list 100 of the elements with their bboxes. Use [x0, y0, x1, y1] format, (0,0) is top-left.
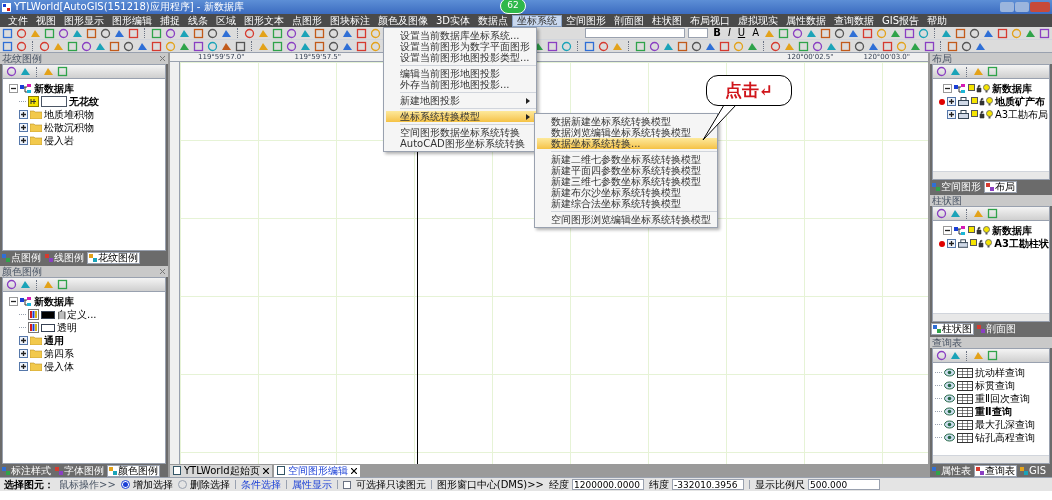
tool-icon[interactable]	[961, 40, 972, 52]
tool-icon[interactable]	[792, 27, 803, 39]
tool-icon[interactable]	[244, 27, 255, 39]
panel-tab[interactable]: 线图例	[44, 251, 85, 264]
tree-item[interactable]: 通用	[44, 335, 64, 346]
menu-item[interactable]: 新建三维七参数坐标系统转换模型	[537, 176, 717, 187]
tool-icon[interactable]	[67, 40, 78, 52]
tool-icon[interactable]	[770, 40, 781, 52]
tool-icon[interactable]	[649, 40, 660, 52]
menu-bar-item[interactable]: 文件	[4, 14, 32, 27]
menu-item[interactable]: 新建二维七参数坐标系统转换模型	[537, 154, 717, 165]
tool-icon[interactable]	[635, 40, 646, 52]
expand-icon[interactable]	[947, 110, 956, 119]
panel-tab[interactable]: GIS	[1019, 464, 1048, 477]
expand-icon[interactable]	[19, 123, 28, 132]
panel-tab[interactable]: 布局	[984, 180, 1017, 193]
menu-item[interactable]: 数据坐标系统转换...	[537, 138, 717, 149]
menu-item[interactable]: 设置当前图形为数字平面图形	[386, 41, 536, 52]
format-button[interactable]: I	[725, 28, 733, 38]
panel-tab[interactable]: 字体图例	[54, 464, 105, 477]
input-field[interactable]: -332010.3956	[672, 479, 744, 490]
menu-bar-item[interactable]: 剖面图	[610, 14, 649, 27]
horizontal-scrollbar[interactable]	[933, 171, 1049, 179]
tree-item[interactable]: 侵入体	[44, 361, 74, 372]
tool-icon[interactable]	[128, 27, 139, 39]
radio-button[interactable]	[120, 480, 130, 489]
menu-bar-item[interactable]: 线条	[184, 14, 212, 27]
menu-item[interactable]: 编辑当前图形地图投影	[386, 68, 536, 79]
panel-tab[interactable]: 标注样式	[1, 464, 52, 477]
expand-icon[interactable]	[19, 110, 28, 119]
eye-icon[interactable]	[944, 407, 955, 416]
tool-icon[interactable]	[16, 27, 27, 39]
layer-state-icons[interactable]	[971, 97, 993, 106]
expand-icon[interactable]	[19, 136, 28, 145]
tool-icon[interactable]	[862, 27, 873, 39]
tool-icon[interactable]	[39, 40, 50, 52]
tree-item[interactable]: 侵入岩	[44, 135, 74, 146]
menu-bar-item[interactable]: 图形文本	[240, 14, 288, 27]
menu-bar-item[interactable]: 视图	[32, 14, 60, 27]
horizontal-scrollbar[interactable]	[933, 313, 1049, 321]
radio-button[interactable]	[177, 480, 187, 489]
format-button[interactable]: A	[750, 28, 761, 38]
panel-tab[interactable]: 点图例	[1, 251, 42, 264]
tree-item[interactable]: 地质矿产布	[995, 96, 1045, 107]
menu-bar-item[interactable]: 3D实体	[432, 14, 475, 27]
menu-item[interactable]: 空间图形浏览编辑坐标系统转换模型	[537, 214, 717, 225]
tool-icon[interactable]	[356, 27, 367, 39]
collapse-icon[interactable]	[9, 84, 18, 93]
menu-bar-item[interactable]: 坐标系统	[512, 14, 563, 27]
tool-icon[interactable]	[969, 27, 980, 39]
tool-icon[interactable]	[314, 27, 325, 39]
menu-item[interactable]: 新建地图投影	[386, 95, 536, 106]
tree-item[interactable]: 抗动样查询	[975, 367, 1025, 378]
tool-icon[interactable]	[1039, 27, 1050, 39]
menu-item[interactable]: AutoCAD图形坐标系统转换	[386, 138, 536, 149]
eye-icon[interactable]	[944, 368, 955, 377]
status-link[interactable]: 条件选择	[240, 479, 281, 490]
panel-tab[interactable]: 柱状图	[931, 322, 974, 335]
menu-bar-item[interactable]: 布局视口	[686, 14, 735, 27]
tree-item[interactable]: 新数据库	[992, 225, 1032, 236]
status-link[interactable]: 属性显示	[291, 479, 332, 490]
tool-icon[interactable]	[58, 27, 69, 39]
tool-icon[interactable]	[547, 40, 558, 52]
menu-item[interactable]: 数据浏览编辑坐标系统转换模型	[537, 127, 717, 138]
tool-icon[interactable]	[691, 40, 702, 52]
eye-icon[interactable]	[944, 420, 955, 429]
menu-item[interactable]: 坐标系统转换模型	[386, 111, 536, 122]
menu-bar-item[interactable]: 柱状图	[648, 14, 687, 27]
expand-icon[interactable]	[947, 97, 956, 106]
tool-icon[interactable]	[57, 66, 68, 77]
tree-item[interactable]: 新数据库	[992, 83, 1032, 94]
document-tab[interactable]: YTLWorld起始页	[170, 464, 272, 477]
tool-icon[interactable]	[86, 27, 97, 39]
horizontal-scrollbar[interactable]	[933, 455, 1049, 463]
close-icon[interactable]	[262, 467, 269, 474]
tool-icon[interactable]	[151, 40, 162, 52]
menu-bar-item[interactable]: 数据点	[474, 14, 513, 27]
tool-icon[interactable]	[6, 279, 17, 290]
tool-icon[interactable]	[165, 27, 176, 39]
tool-icon[interactable]	[820, 27, 831, 39]
tool-icon[interactable]	[987, 208, 998, 219]
tool-icon[interactable]	[997, 27, 1008, 39]
tool-icon[interactable]	[314, 40, 325, 52]
tool-icon[interactable]	[16, 40, 27, 52]
tool-icon[interactable]	[950, 66, 961, 77]
menu-bar-item[interactable]: 属性数据	[782, 14, 831, 27]
tool-icon[interactable]	[950, 350, 961, 361]
tree-item[interactable]: 第四系	[44, 348, 74, 359]
menu-bar-item[interactable]: GIS报告	[878, 14, 924, 27]
tool-icon[interactable]	[100, 27, 111, 39]
tool-icon[interactable]	[272, 40, 283, 52]
tool-icon[interactable]	[2, 27, 13, 39]
expand-icon[interactable]	[19, 336, 28, 345]
panel-tab[interactable]: 花纹图例	[87, 251, 140, 264]
tool-icon[interactable]	[936, 66, 947, 77]
tool-icon[interactable]	[987, 66, 998, 77]
expand-icon[interactable]	[19, 349, 28, 358]
expand-icon[interactable]	[947, 239, 956, 248]
tree-item[interactable]: 重Ⅱ回次查询	[975, 393, 1030, 404]
tree-item[interactable]: A3工勘布局	[995, 109, 1049, 120]
